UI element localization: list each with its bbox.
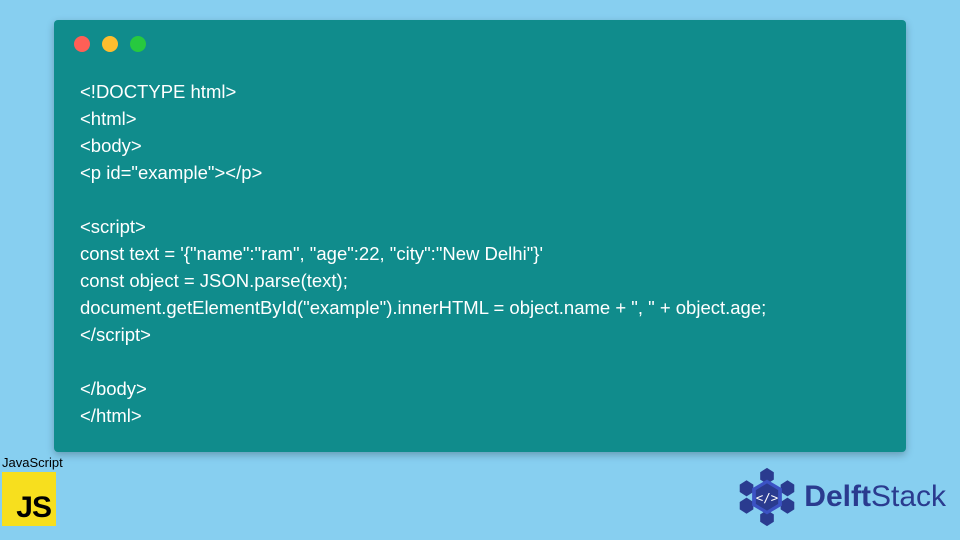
javascript-badge: JavaScript JS [2, 455, 63, 526]
badge-label: JavaScript [2, 455, 63, 470]
brand-prefix: Delft [804, 480, 871, 513]
code-content: <!DOCTYPE html> <html> <body> <p id="exa… [80, 78, 880, 429]
code-window: <!DOCTYPE html> <html> <body> <p id="exa… [54, 20, 906, 452]
maximize-icon [130, 36, 146, 52]
window-traffic-lights [74, 36, 146, 52]
badge-text: JS [16, 491, 51, 525]
brand-suffix: Stack [871, 480, 946, 513]
svg-text:</>: </> [756, 490, 778, 505]
brand-logo-block: </> DelftStack [736, 466, 946, 528]
brand-name: DelftStack [804, 480, 946, 514]
brand-gear-icon: </> [736, 466, 798, 528]
close-icon [74, 36, 90, 52]
minimize-icon [102, 36, 118, 52]
javascript-icon: JS [2, 472, 56, 526]
